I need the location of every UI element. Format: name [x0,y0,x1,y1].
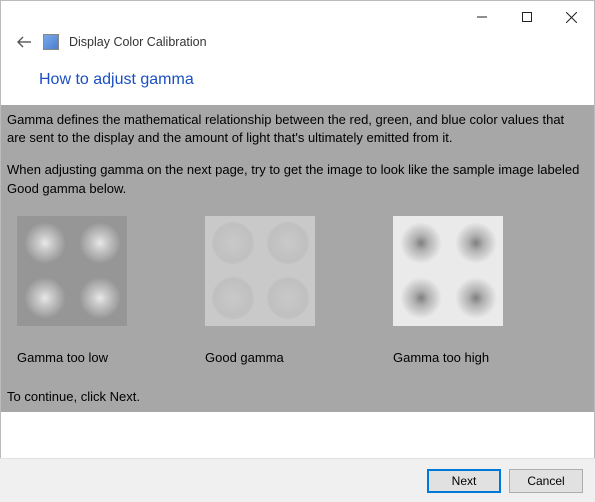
next-button[interactable]: Next [427,469,501,493]
swatch-gamma-low [17,216,127,326]
app-title: Display Color Calibration [69,35,207,49]
swatch-gamma-high [393,216,503,326]
back-button[interactable] [15,33,33,51]
continue-text: To continue, click Next. [7,389,586,404]
header: Display Color Calibration [1,31,594,61]
footer: Next Cancel [0,458,595,502]
swatch-gamma-good [205,216,315,326]
titlebar [1,1,594,31]
sample-gamma-high: Gamma too high [393,216,513,365]
maximize-button[interactable] [504,3,549,31]
app-icon [43,34,59,50]
label-gamma-high: Gamma too high [393,350,513,365]
cancel-button[interactable]: Cancel [509,469,583,493]
label-gamma-good: Good gamma [205,350,325,365]
minimize-button[interactable] [459,3,504,31]
intro-text: Gamma defines the mathematical relations… [7,111,586,147]
page-title: How to adjust gamma [1,61,594,105]
instruction-text: When adjusting gamma on the next page, t… [7,161,586,197]
sample-gamma-low: Gamma too low [17,216,137,365]
gamma-samples: Gamma too low Good gamma Gamma too high [7,212,586,371]
label-gamma-low: Gamma too low [17,350,137,365]
close-button[interactable] [549,3,594,31]
content-area: Gamma defines the mathematical relations… [1,105,594,412]
sample-gamma-good: Good gamma [205,216,325,365]
